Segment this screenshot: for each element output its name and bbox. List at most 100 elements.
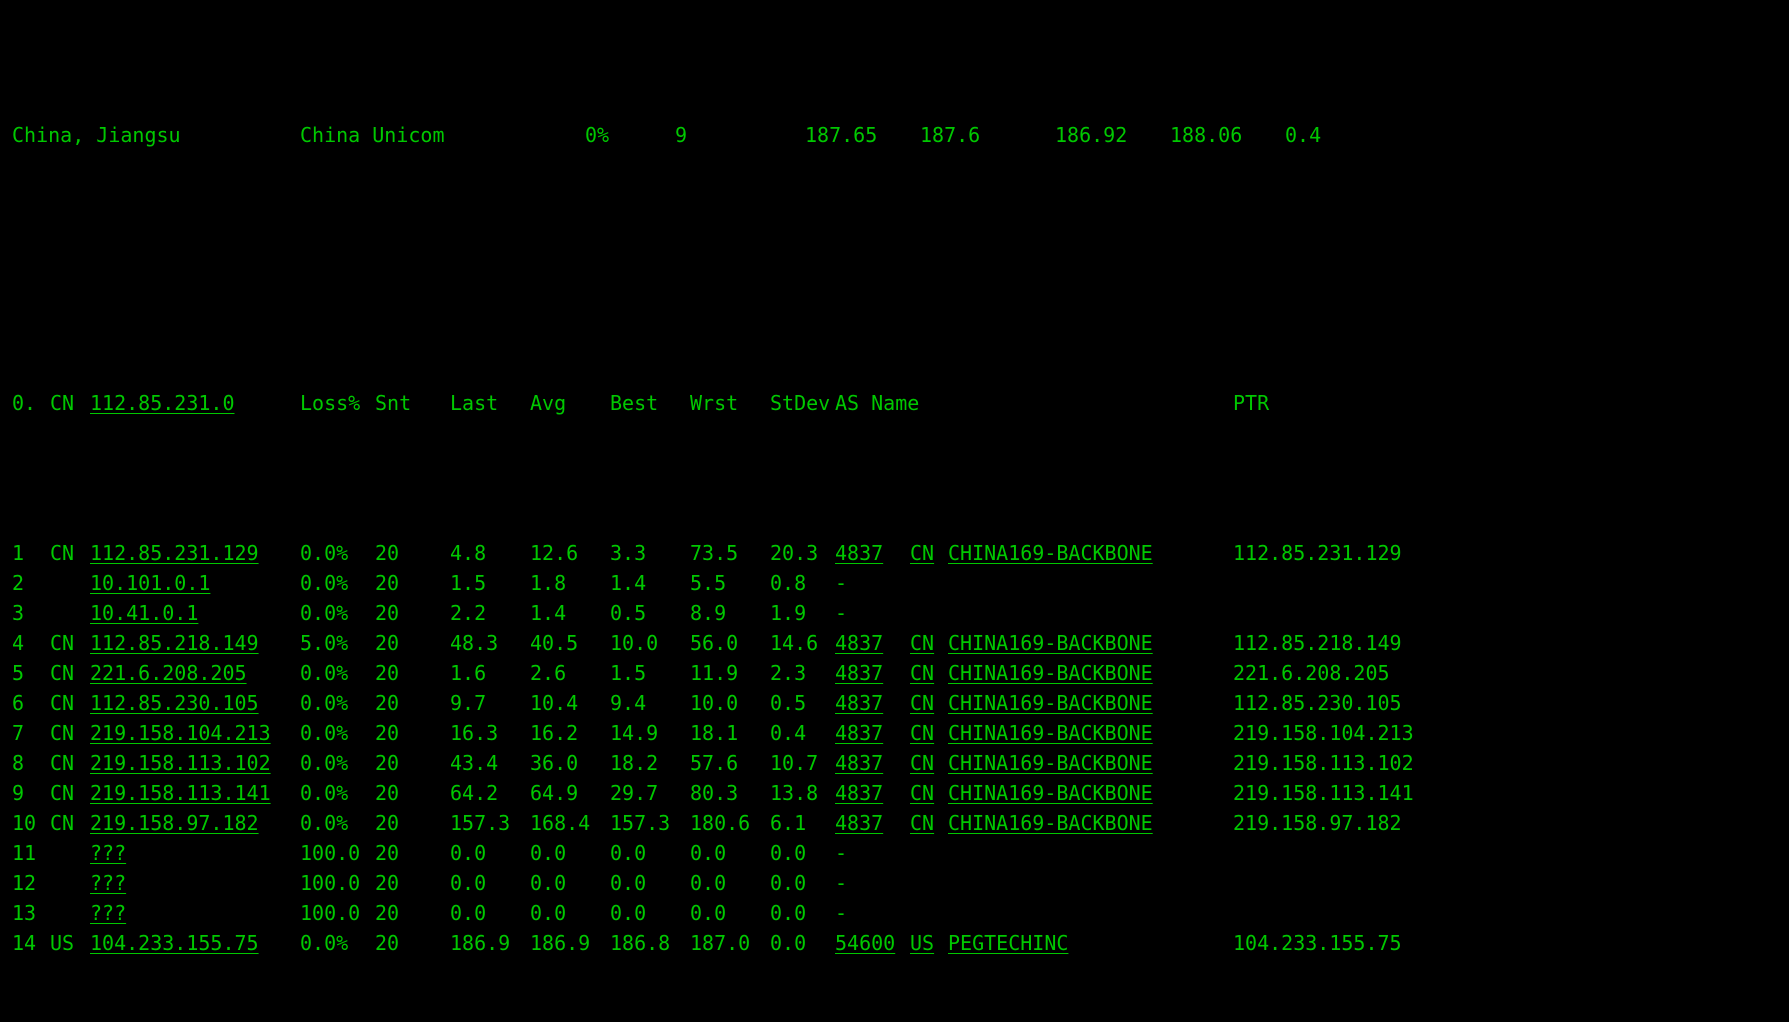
hop-snt: 20 xyxy=(375,598,450,628)
header-ip: 112.85.231.0 xyxy=(90,388,300,418)
header-asname: AS Name xyxy=(835,388,1233,418)
hop-last: 4.8 xyxy=(450,538,530,568)
hop-cc xyxy=(50,898,90,928)
header-wrst: Wrst xyxy=(690,388,770,418)
hop-wrst: 56.0 xyxy=(690,628,770,658)
hop-row: 13???100.0200.00.00.00.00.0- xyxy=(0,898,1789,928)
hop-last: 1.5 xyxy=(450,568,530,598)
hop-ip-text: 112.85.230.105 xyxy=(90,691,259,715)
hop-ip: 219.158.104.213 xyxy=(90,718,300,748)
hop-best: 0.0 xyxy=(610,868,690,898)
hop-row: 8CN219.158.113.1020.0%2043.436.018.257.6… xyxy=(0,748,1789,778)
hop-ip-text: 221.6.208.205 xyxy=(90,661,247,685)
hop-loss: 0.0% xyxy=(300,718,375,748)
header-best: Best xyxy=(610,388,690,418)
hop-asname: PEGTECHINC xyxy=(948,928,1233,958)
hop-hop: 7 xyxy=(0,718,50,748)
hop-asn: 4837 xyxy=(835,538,910,568)
header-row: 0. CN 112.85.231.0 Loss% Snt Last Avg Be… xyxy=(0,388,1789,418)
hop-asn: 4837 xyxy=(835,808,910,838)
hop-asncc: CN xyxy=(910,778,948,808)
hop-wrst: 0.0 xyxy=(690,898,770,928)
hop-loss: 0.0% xyxy=(300,808,375,838)
hop-ip: 104.233.155.75 xyxy=(90,928,300,958)
hop-snt: 20 xyxy=(375,838,450,868)
hop-best: 186.8 xyxy=(610,928,690,958)
hop-asn: 54600 xyxy=(835,928,910,958)
hop-avg: 0.0 xyxy=(530,838,610,868)
hop-row: 9CN219.158.113.1410.0%2064.264.929.780.3… xyxy=(0,778,1789,808)
hop-loss: 100.0 xyxy=(300,868,375,898)
hop-ptr: 219.158.113.141 xyxy=(1233,778,1789,808)
hop-best: 29.7 xyxy=(610,778,690,808)
hop-ip-text: 219.158.104.213 xyxy=(90,721,271,745)
hop-hop: 14 xyxy=(0,928,50,958)
hop-stdev: 0.8 xyxy=(770,568,835,598)
summary-row: China, Jiangsu China Unicom 0% 9 187.65 … xyxy=(0,120,1789,150)
hop-asncc-text: CN xyxy=(910,721,934,745)
hop-wrst: 5.5 xyxy=(690,568,770,598)
hop-row: 12???100.0200.00.00.00.00.0- xyxy=(0,868,1789,898)
hop-cc: CN xyxy=(50,748,90,778)
hop-ip-text: 112.85.218.149 xyxy=(90,631,259,655)
hop-snt: 20 xyxy=(375,718,450,748)
hop-asname: CHINA169-BACKBONE xyxy=(948,688,1233,718)
hop-last: 16.3 xyxy=(450,718,530,748)
hop-hop: 6 xyxy=(0,688,50,718)
hop-cc: CN xyxy=(50,688,90,718)
summary-col3: 187.6 xyxy=(920,120,1055,150)
hop-ptr: 104.233.155.75 xyxy=(1233,928,1789,958)
hop-best: 0.0 xyxy=(610,898,690,928)
hop-ptr: 112.85.231.129 xyxy=(1233,538,1789,568)
hop-best: 3.3 xyxy=(610,538,690,568)
hop-ip-text: 10.101.0.1 xyxy=(90,571,210,595)
hop-ptr xyxy=(1233,598,1789,628)
hop-row: 10CN219.158.97.1820.0%20157.3168.4157.31… xyxy=(0,808,1789,838)
hop-loss: 0.0% xyxy=(300,748,375,778)
hop-asname: CHINA169-BACKBONE xyxy=(948,778,1233,808)
hop-wrst: 180.6 xyxy=(690,808,770,838)
hop-ip: 10.101.0.1 xyxy=(90,568,300,598)
hop-asn-text: 4837 xyxy=(835,541,883,565)
hop-asn: 4837 xyxy=(835,718,910,748)
hop-asncc-text: CN xyxy=(910,811,934,835)
hop-loss: 0.0% xyxy=(300,658,375,688)
hop-asname-text: CHINA169-BACKBONE xyxy=(948,811,1153,835)
hop-ptr xyxy=(1233,868,1789,898)
hop-stdev: 0.0 xyxy=(770,898,835,928)
hop-loss: 0.0% xyxy=(300,928,375,958)
hop-asncc-text: CN xyxy=(910,751,934,775)
hop-stdev: 0.0 xyxy=(770,928,835,958)
hop-asncc: CN xyxy=(910,628,948,658)
hop-row: 6CN112.85.230.1050.0%209.710.49.410.00.5… xyxy=(0,688,1789,718)
hop-last: 48.3 xyxy=(450,628,530,658)
hop-hop: 12 xyxy=(0,868,50,898)
hop-cc xyxy=(50,568,90,598)
hop-last: 157.3 xyxy=(450,808,530,838)
hop-asname-text: CHINA169-BACKBONE xyxy=(948,721,1153,745)
hop-wrst: 73.5 xyxy=(690,538,770,568)
hop-asname-text: PEGTECHINC xyxy=(948,931,1068,955)
hop-asn: 4837 xyxy=(835,658,910,688)
hop-stdev: 13.8 xyxy=(770,778,835,808)
hop-cc: CN xyxy=(50,538,90,568)
hop-last: 64.2 xyxy=(450,778,530,808)
hop-loss: 0.0% xyxy=(300,538,375,568)
hop-ip: 221.6.208.205 xyxy=(90,658,300,688)
header-ptr: PTR xyxy=(1233,388,1789,418)
summary-col6: 0.4 xyxy=(1285,120,1365,150)
hop-stdev: 0.0 xyxy=(770,838,835,868)
summary-col4: 186.92 xyxy=(1055,120,1170,150)
hop-asncc: CN xyxy=(910,748,948,778)
hop-asncc: CN xyxy=(910,718,948,748)
hop-loss: 100.0 xyxy=(300,838,375,868)
hop-wrst: 57.6 xyxy=(690,748,770,778)
hop-last: 9.7 xyxy=(450,688,530,718)
hop-stdev: 1.9 xyxy=(770,598,835,628)
hop-ip: ??? xyxy=(90,898,300,928)
hop-loss: 0.0% xyxy=(300,568,375,598)
hop-asncc: CN xyxy=(910,808,948,838)
blank-line xyxy=(0,240,1789,268)
hop-hop: 1 xyxy=(0,538,50,568)
hop-snt: 20 xyxy=(375,688,450,718)
